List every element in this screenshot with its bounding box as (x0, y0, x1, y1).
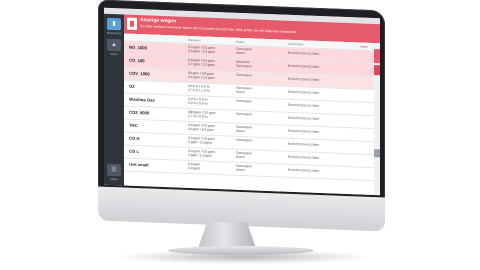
row-timestamp: Erreicht (Grenz) Wert (288, 167, 320, 173)
row-name: CO_100 (129, 57, 145, 64)
row-state: Gemessen (236, 111, 252, 117)
row-timestamp: Erreicht (Grenz) Wert (288, 76, 320, 82)
bell-icon[interactable]: ▲ (107, 38, 121, 52)
right-action-rail (374, 43, 380, 196)
sidebar-item-label: Alarm (110, 51, 118, 57)
row-timestamp: Erreicht (Grenz) Wert (288, 50, 320, 56)
row-value: 50 ppm / 0.8 ppm 4.2 ppm / 1.9 ppm (188, 70, 215, 80)
column-header: Status (236, 39, 245, 45)
sidebar: ▮ Messwerte ▲ Alarm ☰ Menü (104, 13, 124, 186)
sidebar-bottom[interactable]: ☰ Menü (104, 160, 124, 182)
column-header: Alarm (360, 44, 368, 49)
row-timestamp: Erreicht (Grenz) Wert (288, 128, 320, 134)
row-value: 0.0 ppm 0.0 ppm (188, 161, 200, 171)
scroll-down-button[interactable] (374, 149, 380, 158)
row-value: 3.3 ppm / 0.0 ppm 3.3 ppm / 1.0 ppm (188, 44, 215, 54)
menu-icon[interactable]: ☰ (107, 163, 121, 177)
row-state: Gemessen Alarm (236, 85, 252, 95)
row-name: O2 (129, 83, 135, 89)
row-state: Gemessen (236, 72, 252, 78)
row-value: 0.0 ppm / 0.0 ppm 6 ppm / 2.0 ppm (188, 135, 215, 145)
row-name: CO2_5000 (129, 109, 150, 116)
row-timestamp: Erreicht (Grenz) Wert (288, 115, 320, 121)
row-name: CO L (129, 148, 140, 155)
row-state: Gemessen Alarm (236, 163, 252, 173)
main-panel: Anzeige wegen Ein oder mehrere Parameter… (124, 14, 380, 196)
row-value: 0.0 % / 0.0 % 5.0 % / 0.0 % (188, 96, 208, 106)
row-state: Gemessen Alarm (236, 124, 252, 134)
row-value: 300 ppm / 0.0 ppm 1.7 % / 0.6 % (188, 109, 216, 119)
monitor: ▮ Messwerte ▲ Alarm ☰ Menü Anzeige wegen… (0, 0, 480, 270)
alarm-action-button[interactable] (374, 49, 380, 64)
row-value: 0.0 ppm / 0.0 ppm 3.7 ppm / 1.5 ppm (188, 57, 215, 67)
row-state: Gemessen Alarm (236, 150, 252, 160)
row-state: Gemessen (236, 98, 252, 104)
row-timestamp: Erreicht (Grenz) Wert (288, 89, 320, 95)
warning-icon (127, 17, 137, 30)
alert-message: Ein oder mehrere Parameter haben den Gre… (140, 24, 298, 35)
row-timestamp: Erreicht (Grenz) Wert (288, 154, 320, 160)
row-value: 0.0 ppm / 0.0 ppm 3 ppm / 1.0 ppm (188, 148, 215, 158)
screen: ▮ Messwerte ▲ Alarm ☰ Menü Anzeige wegen… (104, 7, 380, 196)
sidebar-item-label: Messwerte (106, 30, 122, 36)
column-header: Zeitstempel (288, 41, 304, 47)
row-name: CO H (129, 135, 140, 142)
sidebar-bottom-label: Menü (110, 176, 118, 182)
row-timestamp: Erreicht (Grenz) Wert (288, 141, 320, 147)
row-value: 20.9 % / 0.0 % 17.3 % / 1.0 % (188, 83, 210, 93)
row-timestamp: Erreicht (Grenz) Wert (288, 102, 320, 108)
row-state: Gemessen Alarm (236, 46, 252, 56)
row-timestamp: Erreicht (Grenz) Wert (288, 63, 320, 69)
row-name: Mischna Gas (129, 96, 155, 103)
row-name: THC (129, 122, 138, 128)
row-name: rest small (129, 161, 149, 168)
measurement-table: Messwert Status Zeitstempel Alarm NO_100… (124, 33, 374, 196)
row-state: Überhöht Gemessen (236, 59, 252, 69)
row-name: NO_1000 (129, 44, 147, 51)
bars-icon[interactable]: ▮ (107, 17, 121, 31)
row-value: 0.0 ppm / 0.0 ppm 10 ppm / 5.0 ppm (188, 122, 215, 132)
monitor-stand-foot (168, 246, 314, 255)
alarm-action-button[interactable] (374, 65, 380, 76)
row-name: COV_1000 (129, 70, 150, 77)
column-header: Messwert (188, 37, 201, 43)
row-state: Gemessen (236, 137, 252, 143)
